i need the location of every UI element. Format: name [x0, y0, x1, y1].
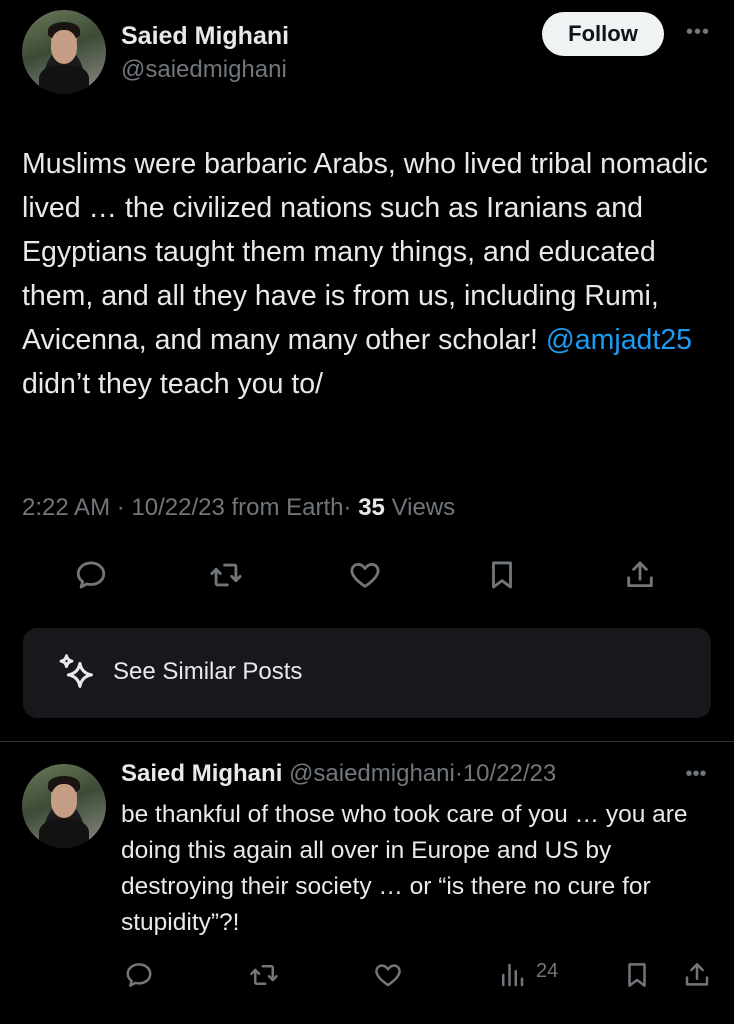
reply-share-button[interactable] [674, 952, 720, 998]
post-text-part: didn’t they teach you to/ [22, 368, 324, 400]
more-dots-icon[interactable]: ••• [684, 22, 712, 42]
share-icon [627, 561, 653, 588]
author-display-name[interactable]: Saied Mighani [121, 22, 289, 51]
reply-author-handle[interactable]: @saiedmighani [289, 760, 455, 787]
reply-views-count: 24 [536, 960, 559, 982]
post-source: from Earth [231, 494, 344, 521]
more-dots-icon[interactable]: ••• [682, 764, 710, 784]
reply-views-button[interactable] [489, 952, 535, 998]
post-header: Saied Mighani @saiedmighani Follow ••• [22, 10, 712, 96]
post-date[interactable]: 10/22/23 [131, 494, 224, 521]
share-icon [685, 963, 709, 986]
post-actions [0, 552, 734, 598]
reply-repost-button[interactable] [241, 952, 287, 998]
reply-header: Saied Mighani @saiedmighani·10/22/23 [121, 760, 556, 788]
divider [0, 741, 734, 742]
bookmark-button[interactable] [479, 552, 525, 598]
post-time[interactable]: 2:22 AM [22, 494, 110, 521]
meta-separator: · [454, 760, 463, 787]
repost-button[interactable] [203, 552, 249, 598]
repost-icon [210, 563, 242, 587]
post-meta: 2:22 AM · 10/22/23 from Earth· 35 Views [22, 494, 712, 522]
reply-icon [126, 963, 152, 987]
views-label: Views [391, 494, 456, 521]
follow-button[interactable]: Follow [542, 12, 664, 56]
meta-separator: · [343, 494, 352, 521]
mention-link[interactable]: @amjadt25 [546, 324, 692, 356]
reply-actions: 24 [0, 952, 734, 994]
reply-bookmark-button[interactable] [614, 952, 660, 998]
reply-date[interactable]: 10/22/23 [463, 760, 556, 787]
author-avatar[interactable] [22, 10, 106, 94]
share-button[interactable] [617, 552, 663, 598]
heart-icon [375, 964, 401, 987]
reply-author-name[interactable]: Saied Mighani [121, 760, 282, 787]
bookmark-icon [492, 561, 512, 589]
author-handle[interactable]: @saiedmighani [121, 56, 287, 84]
reply-text: be thankful of those who took care of yo… [121, 801, 688, 936]
reply-like-button[interactable] [365, 952, 411, 998]
post-detail-page: Saied Mighani @saiedmighani Follow ••• M… [0, 0, 734, 1024]
meta-separator: · [116, 494, 125, 521]
repost-icon [250, 965, 278, 985]
reply-reply-button[interactable] [116, 952, 162, 998]
heart-icon [350, 562, 380, 588]
views-chart-icon [502, 963, 524, 987]
see-similar-posts-button[interactable]: See Similar Posts [23, 628, 711, 718]
reply-icon [76, 561, 106, 589]
views-count[interactable]: 35 [358, 494, 385, 521]
see-similar-posts-label: See Similar Posts [113, 658, 303, 685]
like-button[interactable] [342, 552, 388, 598]
reply-author-avatar[interactable] [22, 764, 106, 848]
reply-button[interactable] [68, 552, 114, 598]
post-text: Muslims were barbaric Arabs, who lived t… [22, 142, 712, 406]
sparkle-icon [59, 654, 93, 688]
bookmark-icon [628, 963, 646, 987]
